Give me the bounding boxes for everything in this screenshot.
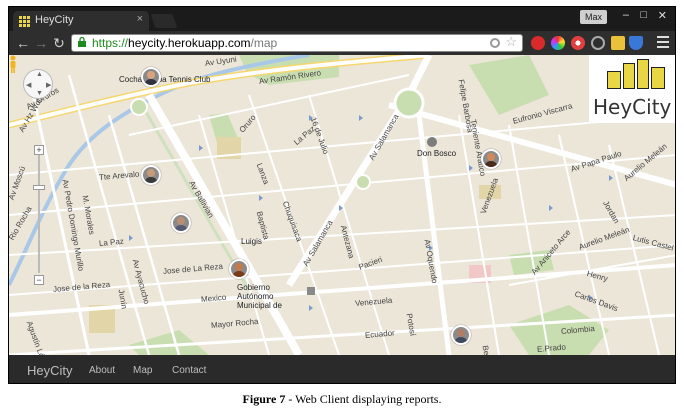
logo-building xyxy=(651,67,665,89)
nav-contact[interactable]: Contact xyxy=(172,365,206,376)
opera-icon[interactable] xyxy=(531,36,545,50)
clock-icon[interactable] xyxy=(591,36,605,50)
url-path: /map xyxy=(250,36,278,50)
figure-caption: Figure 7 - Web Client displaying reports… xyxy=(0,392,684,407)
app-navbar: HeyCity About Map Contact xyxy=(9,355,675,383)
report-marker-6[interactable] xyxy=(451,325,471,345)
browser-tab[interactable]: HeyCity × xyxy=(13,11,149,31)
church-icon xyxy=(427,137,437,147)
nav-about[interactable]: About xyxy=(89,365,115,376)
pan-control[interactable]: ▲ ▼ ◀ ▶ xyxy=(23,69,53,99)
lock-icon xyxy=(78,37,86,47)
marker-face xyxy=(147,169,155,177)
bookmark-star-icon[interactable]: ☆ xyxy=(505,34,517,50)
minimize-icon[interactable]: – xyxy=(623,9,629,21)
pan-left-icon[interactable]: ◀ xyxy=(26,81,31,89)
poi-label[interactable]: Gobierno Autónomo Municipal de xyxy=(237,283,307,310)
pegman-icon[interactable] xyxy=(9,55,17,73)
flower-icon[interactable] xyxy=(571,36,585,50)
report-marker-5[interactable] xyxy=(481,149,501,169)
page-action-icon[interactable] xyxy=(490,38,500,48)
poi-label[interactable]: Don Bosco xyxy=(417,149,456,158)
zoom-slider-thumb[interactable] xyxy=(33,185,45,190)
tab-close-icon[interactable]: × xyxy=(137,13,143,25)
map-view[interactable]: Av Uyuni Av Ramón Rivero Oruro La Paz 16… xyxy=(9,55,675,355)
forward-icon[interactable]: → xyxy=(33,35,49,51)
browser-window: HeyCity × Max – □ ✕ ← → ↻ https://heycit… xyxy=(8,6,676,384)
tab-title: HeyCity xyxy=(35,14,74,26)
browser-toolbar: ← → ↻ https://heycity.herokuapp.com/map … xyxy=(9,31,675,55)
shield-icon[interactable] xyxy=(629,36,643,50)
marker-face xyxy=(177,217,185,225)
logo-building xyxy=(637,59,649,89)
url-host: heycity.herokuapp.com xyxy=(128,36,251,50)
zoom-in-button[interactable]: + xyxy=(34,145,44,155)
zoom-control: + − xyxy=(33,145,45,285)
zoom-out-button[interactable]: − xyxy=(34,275,44,285)
logo-text: HeyCity xyxy=(593,95,672,119)
marker-face xyxy=(457,329,465,337)
color-wheel-icon[interactable] xyxy=(551,36,565,50)
figure-label: Figure 7 xyxy=(242,392,286,406)
heycity-favicon-icon xyxy=(19,16,30,27)
heycity-logo: HeyCity xyxy=(589,55,675,123)
logo-building xyxy=(607,71,621,89)
pan-right-icon[interactable]: ▶ xyxy=(46,81,51,89)
maximize-icon[interactable]: □ xyxy=(640,9,647,21)
close-window-icon[interactable]: ✕ xyxy=(658,9,667,22)
marker-face xyxy=(147,71,155,79)
home-icon[interactable] xyxy=(611,36,625,50)
zoom-track[interactable] xyxy=(38,155,40,273)
tab-strip: HeyCity × Max – □ ✕ xyxy=(9,7,675,31)
address-bar[interactable]: https://heycity.herokuapp.com/map ☆ xyxy=(71,34,523,52)
report-marker-4[interactable] xyxy=(229,259,249,279)
url-text: https://heycity.herokuapp.com/map xyxy=(92,35,277,51)
marker-face xyxy=(235,263,243,271)
reload-icon[interactable]: ↻ xyxy=(51,35,67,51)
figure-text: - Web Client displaying reports. xyxy=(285,392,442,406)
pan-down-icon[interactable]: ▼ xyxy=(36,90,43,97)
url-scheme: https:// xyxy=(92,36,129,50)
report-marker-2[interactable] xyxy=(141,165,161,185)
user-badge[interactable]: Max xyxy=(579,10,607,24)
back-icon[interactable]: ← xyxy=(15,35,31,51)
brand-link[interactable]: HeyCity xyxy=(27,363,73,378)
map-canvas xyxy=(9,55,675,355)
new-tab-button[interactable] xyxy=(150,14,178,28)
poi-label[interactable]: Cochabamba Tennis Club xyxy=(119,75,210,84)
poi-label[interactable]: Luigis xyxy=(241,237,262,246)
menu-icon[interactable] xyxy=(657,36,669,48)
nav-map[interactable]: Map xyxy=(133,365,152,376)
government-icon xyxy=(307,287,315,295)
pan-up-icon[interactable]: ▲ xyxy=(36,71,43,78)
logo-building xyxy=(623,63,635,89)
report-marker-3[interactable] xyxy=(171,213,191,233)
report-marker-1[interactable] xyxy=(141,67,161,87)
marker-face xyxy=(487,153,495,161)
